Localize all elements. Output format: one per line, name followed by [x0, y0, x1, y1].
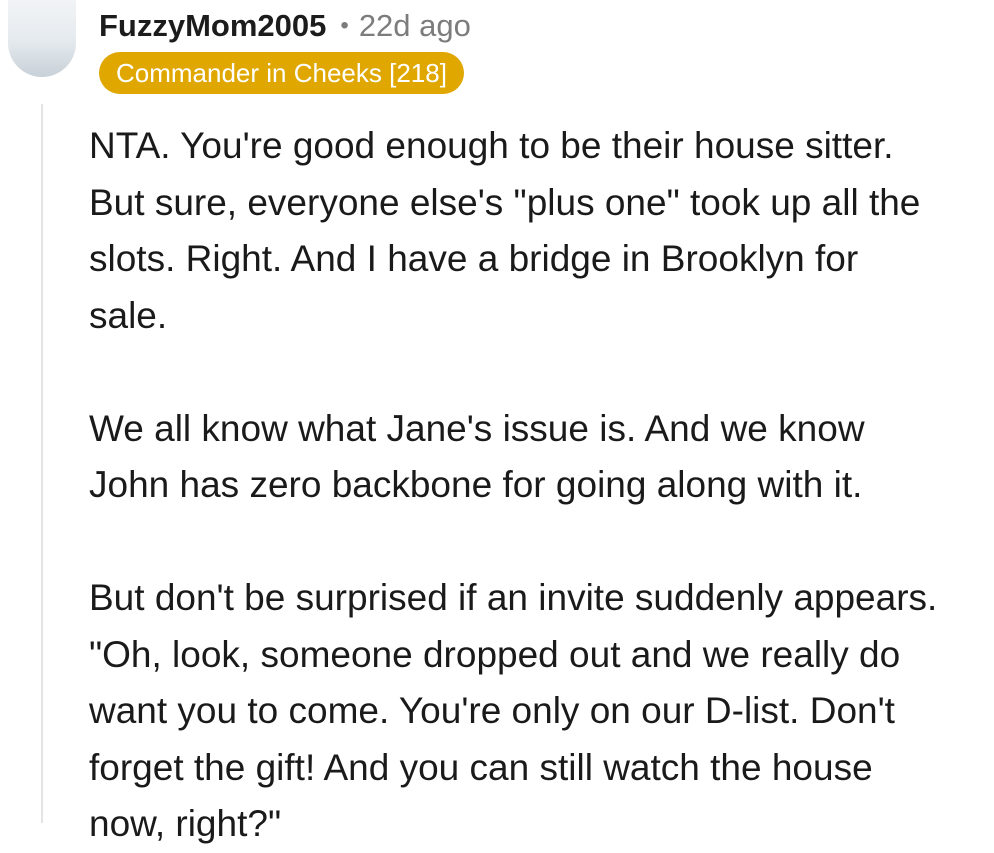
comment-header: FuzzyMom2005 • 22d ago: [99, 4, 471, 48]
comment-paragraph: We all know what Jane's issue is. And we…: [89, 407, 865, 506]
avatar[interactable]: [8, 0, 76, 77]
comment-paragraph: But don't be surprised if an invite sudd…: [89, 577, 938, 844]
comment-paragraph: NTA. You're good enough to be their hous…: [89, 125, 921, 336]
user-flair: Commander in Cheeks [218]: [99, 52, 464, 94]
username[interactable]: FuzzyMom2005: [99, 4, 326, 48]
timestamp: 22d ago: [358, 8, 471, 43]
separator-dot: •: [340, 12, 349, 39]
thread-line[interactable]: [41, 104, 43, 823]
comment-body: NTA. You're good enough to be their hous…: [89, 118, 989, 853]
